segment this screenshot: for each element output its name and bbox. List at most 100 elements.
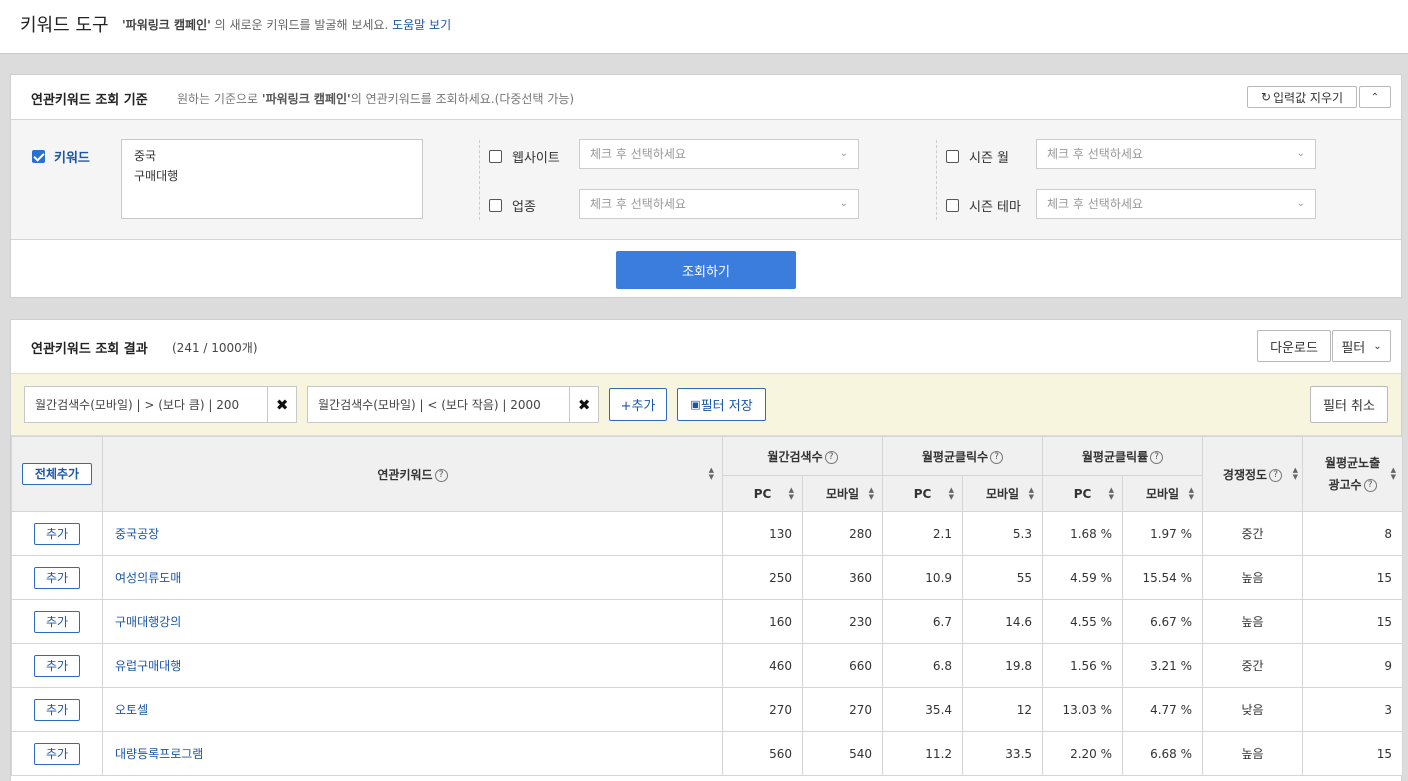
- help-icon[interactable]: ?: [990, 450, 1004, 464]
- season-theme-select[interactable]: 체크 후 선택하세요 ⌄: [1036, 189, 1316, 219]
- filter-dropdown-button[interactable]: 필터 ⌄: [1332, 330, 1391, 362]
- search-pc-label: PC: [753, 486, 772, 501]
- clicks-pc-cell: 2.1: [882, 511, 964, 556]
- search-mobile-cell: 230: [801, 599, 884, 644]
- season-theme-checkbox[interactable]: [946, 199, 959, 212]
- competition-cell: 높음: [1202, 555, 1304, 600]
- ctr-mobile-header[interactable]: 모바일 ▲ ▼: [1122, 475, 1204, 512]
- page-description: '파워링크 캠페인' 의 새로운 키워드를 발굴해 보세요. 도움말 보기: [122, 16, 451, 33]
- help-link[interactable]: 도움말 보기: [392, 18, 451, 32]
- keyword-column-header[interactable]: 연관키워드? ▲ ▼: [102, 436, 723, 512]
- ads-cell: 8: [1302, 511, 1404, 556]
- chevron-up-icon: ⌃: [1370, 91, 1380, 103]
- industry-checkbox[interactable]: [489, 199, 502, 212]
- search-pc-cell: 160: [722, 599, 803, 644]
- help-icon[interactable]: ?: [434, 468, 448, 482]
- search-mobile-cell: 360: [801, 555, 884, 600]
- season-month-select[interactable]: 체크 후 선택하세요 ⌄: [1036, 139, 1316, 169]
- save-filter-label: 필터 저장: [700, 399, 753, 414]
- filter-dropdown-label: 필터: [1341, 340, 1366, 356]
- season-month-checkbox[interactable]: [946, 150, 959, 163]
- chevron-down-icon: ⌄: [1296, 148, 1305, 159]
- ctr-mobile-cell: 15.54 %: [1122, 555, 1204, 600]
- filter-bar: 월간검색수(모바일) | > (보다 큼) | 200 ✖ 월간검색수(모바일)…: [11, 373, 1401, 436]
- add-keyword-button[interactable]: 추가: [34, 610, 80, 633]
- results-title: 연관키워드 조회 결과: [31, 342, 148, 357]
- ctr-pc-cell: 1.56 %: [1042, 643, 1124, 688]
- row-add-cell: 추가: [11, 687, 103, 732]
- website-select[interactable]: 체크 후 선택하세요 ⌄: [579, 139, 859, 169]
- website-checkbox[interactable]: [489, 150, 502, 163]
- sort-icon[interactable]: ▲ ▼: [1391, 467, 1396, 481]
- competition-cell: 중간: [1202, 511, 1304, 556]
- sort-icon[interactable]: ▲ ▼: [789, 486, 794, 501]
- close-icon[interactable]: ✖: [570, 387, 598, 422]
- help-icon[interactable]: ?: [824, 450, 838, 464]
- help-icon[interactable]: ?: [1269, 468, 1283, 482]
- clicks-pc-header[interactable]: PC ▲ ▼: [882, 475, 964, 512]
- reset-input-button[interactable]: ↻ 입력값 지우기: [1247, 86, 1357, 108]
- collapse-button[interactable]: ⌃: [1359, 86, 1391, 108]
- industry-select-placeholder: 체크 후 선택하세요: [590, 197, 686, 211]
- chevron-down-icon: ⌄: [1373, 340, 1382, 352]
- clicks-mobile-header[interactable]: 모바일 ▲ ▼: [962, 475, 1044, 512]
- sort-icon[interactable]: ▲ ▼: [1189, 486, 1194, 501]
- add-keyword-button[interactable]: 추가: [34, 566, 80, 589]
- add-keyword-button[interactable]: 추가: [34, 522, 80, 545]
- search-mobile-cell: 270: [801, 687, 884, 732]
- sort-icon[interactable]: ▲ ▼: [869, 486, 874, 501]
- keyword-cell[interactable]: 유럽구매대행: [102, 643, 723, 688]
- ctr-pc-cell: 2.20 %: [1042, 731, 1124, 776]
- add-keyword-button[interactable]: 추가: [34, 698, 80, 721]
- help-icon[interactable]: ?: [1150, 450, 1164, 464]
- row-add-cell: 추가: [11, 555, 103, 600]
- divider: [936, 140, 937, 220]
- divider: [479, 140, 480, 220]
- clicks-pc-label: PC: [913, 486, 932, 501]
- add-filter-button[interactable]: +추가: [609, 388, 667, 421]
- add-keyword-button[interactable]: 추가: [34, 742, 80, 765]
- season-theme-label: 시즌 테마: [969, 200, 1021, 215]
- ctr-mobile-cell: 1.97 %: [1122, 511, 1204, 556]
- close-icon[interactable]: ✖: [268, 387, 296, 422]
- avg-ads-header[interactable]: 월평균노출 광고수? ▲ ▼: [1302, 436, 1404, 512]
- keyword-cell[interactable]: 오토셀: [102, 687, 723, 732]
- industry-select[interactable]: 체크 후 선택하세요 ⌄: [579, 189, 859, 219]
- ctr-mobile-cell: 4.77 %: [1122, 687, 1204, 732]
- save-filter-button[interactable]: ▣ 필터 저장: [677, 388, 766, 421]
- clicks-pc-cell: 11.2: [882, 731, 964, 776]
- filter-chip-text: 월간검색수(모바일) | < (보다 작음) | 2000: [308, 387, 571, 422]
- competition-label: 경쟁정도: [1222, 467, 1268, 482]
- search-mobile-header[interactable]: 모바일 ▲ ▼: [801, 475, 884, 512]
- website-select-placeholder: 체크 후 선택하세요: [590, 147, 686, 161]
- keyword-cell[interactable]: 구매대행강의: [102, 599, 723, 644]
- keyword-checkbox[interactable]: [32, 150, 45, 163]
- ads-cell: 9: [1302, 643, 1404, 688]
- add-all-button[interactable]: 전체추가: [22, 463, 92, 485]
- competition-header[interactable]: 경쟁정도? ▲ ▼: [1202, 436, 1304, 512]
- add-keyword-button[interactable]: 추가: [34, 654, 80, 677]
- page-title: 키워드 도구: [20, 15, 109, 36]
- keyword-textarea[interactable]: 중국 구매대행: [121, 139, 423, 219]
- keyword-cell[interactable]: 여성의류도매: [102, 555, 723, 600]
- keyword-cell[interactable]: 대량등록프로그램: [102, 731, 723, 776]
- download-button[interactable]: 다운로드: [1257, 330, 1331, 362]
- search-pc-header[interactable]: PC ▲ ▼: [722, 475, 803, 512]
- search-submit-button[interactable]: 조회하기: [616, 251, 796, 289]
- sort-icon[interactable]: ▲ ▼: [949, 486, 954, 501]
- help-icon[interactable]: ?: [1363, 479, 1377, 492]
- search-mobile-cell: 660: [801, 643, 884, 688]
- keyword-line-2: 구매대행: [134, 169, 179, 183]
- industry-label: 업종: [512, 200, 536, 215]
- sort-icon[interactable]: ▲ ▼: [1029, 486, 1034, 501]
- ctr-pc-header[interactable]: PC ▲ ▼: [1042, 475, 1124, 512]
- search-mobile-label: 모바일: [825, 487, 860, 501]
- sort-icon[interactable]: ▲ ▼: [709, 467, 714, 481]
- sort-icon[interactable]: ▲ ▼: [1109, 486, 1114, 501]
- cancel-filter-button[interactable]: 필터 취소: [1310, 386, 1388, 423]
- clicks-pc-cell: 6.8: [882, 643, 964, 688]
- keyword-cell[interactable]: 중국공장: [102, 511, 723, 556]
- search-pc-cell: 270: [722, 687, 803, 732]
- sort-icon[interactable]: ▲ ▼: [1293, 467, 1298, 481]
- avg-ads-label-line2: 광고수: [1328, 478, 1362, 492]
